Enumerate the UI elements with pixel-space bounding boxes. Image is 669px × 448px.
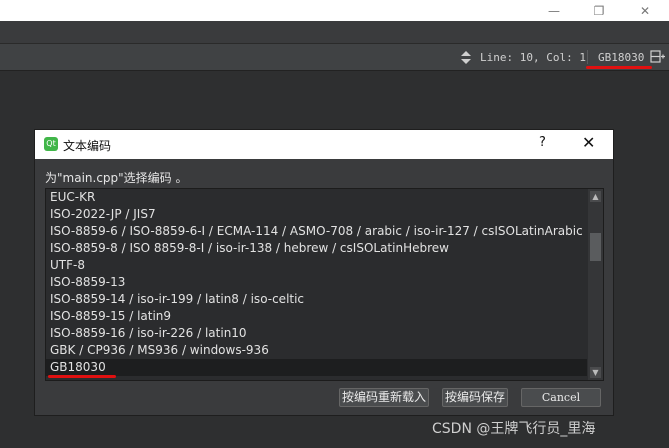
help-button[interactable]: ? <box>539 135 546 150</box>
watermark: CSDN @王牌飞行员_里海 <box>432 421 596 437</box>
encoding-highlight-underline <box>586 66 652 69</box>
list-item-selected[interactable]: GB18030 <box>46 359 587 376</box>
list-item[interactable]: ISO-8859-16 / iso-ir-226 / latin10 <box>46 325 587 342</box>
encoding-list[interactable]: EUC-KR ISO-2022-JP / JIS7 ISO-8859-6 / I… <box>45 188 604 381</box>
scroll-down-icon[interactable]: ▼ <box>590 367 601 378</box>
restore-icon[interactable]: ❐ <box>576 0 622 21</box>
encoding-label[interactable]: GB18030 <box>598 51 644 64</box>
list-item[interactable]: EUC-KR <box>46 189 587 206</box>
encoding-list-viewport: EUC-KR ISO-2022-JP / JIS7 ISO-8859-6 / I… <box>46 189 587 380</box>
window-titlebar: — ❐ ✕ <box>0 0 669 21</box>
reload-with-encoding-button[interactable]: 按编码重新载入 <box>339 388 429 407</box>
statusbar-divider <box>587 50 588 64</box>
editor-toolbar-area <box>0 44 456 70</box>
split-icon[interactable] <box>650 49 666 65</box>
list-item[interactable]: ISO-8859-15 / latin9 <box>46 308 587 325</box>
scroll-up-icon[interactable]: ▲ <box>590 191 601 202</box>
up-down-arrows-icon[interactable] <box>461 51 471 64</box>
cursor-position-label[interactable]: Line: 10, Col: 1 <box>480 51 586 64</box>
save-with-encoding-button[interactable]: 按编码保存 <box>442 388 508 407</box>
list-item[interactable]: ISO-8859-14 / iso-ir-199 / latin8 / iso-… <box>46 291 587 308</box>
encoding-prompt: 为"main.cpp"选择编码 。 <box>45 171 188 185</box>
list-item[interactable]: UTF-8 <box>46 257 587 274</box>
close-button[interactable]: ✕ <box>582 133 595 152</box>
list-item[interactable]: GBK / CP936 / MS936 / windows-936 <box>46 342 587 359</box>
close-icon[interactable]: ✕ <box>622 0 668 21</box>
menu-bar <box>0 21 669 43</box>
text-encoding-dialog: Qt 文本编码 ? ✕ 为"main.cpp"选择编码 。 EUC-KR ISO… <box>34 129 614 416</box>
list-item[interactable]: ISO-8859-6 / ISO-8859-6-I / ECMA-114 / A… <box>46 223 587 240</box>
dialog-titlebar: Qt 文本编码 ? ✕ <box>35 130 613 159</box>
scroll-thumb[interactable] <box>590 233 601 261</box>
list-item[interactable]: ISO-8859-8 / ISO 8859-8-I / iso-ir-138 /… <box>46 240 587 257</box>
selection-highlight-underline <box>48 375 116 378</box>
qt-creator-icon: Qt <box>44 137 58 151</box>
list-item[interactable]: ISO-2022-JP / JIS7 <box>46 206 587 223</box>
cancel-button[interactable]: Cancel <box>521 388 601 407</box>
minimize-icon[interactable]: — <box>531 0 577 21</box>
editor-status-bar: Line: 10, Col: 1 GB18030 <box>0 43 669 71</box>
list-scrollbar[interactable]: ▲ ▼ <box>588 189 603 380</box>
list-item[interactable]: ISO-8859-13 <box>46 274 587 291</box>
dialog-title: 文本编码 <box>63 139 112 153</box>
